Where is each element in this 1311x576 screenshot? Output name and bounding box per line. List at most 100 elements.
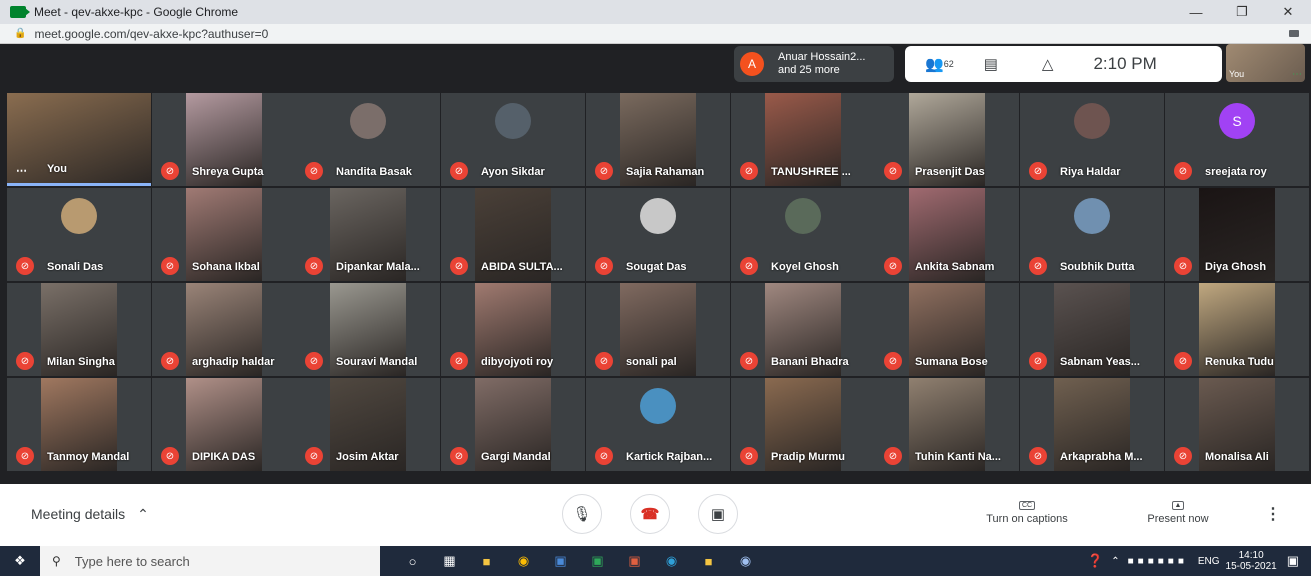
participant-avatar [640, 387, 676, 424]
participant-name: Riya Haldar [1060, 166, 1121, 178]
participant-tile[interactable]: ⊘ Monalisa Ali [1165, 378, 1309, 471]
participant-tile[interactable]: ⊘ Sajia Rahaman [586, 93, 730, 186]
chat-button[interactable]: ▤ [984, 55, 998, 73]
participant-name: Ayon Sikdar [481, 166, 545, 178]
edge-icon[interactable]: ◉ [653, 553, 690, 569]
muted-mic-icon: ⊘ [595, 162, 613, 180]
participant-avatar [495, 102, 531, 139]
participant-tile[interactable]: ⊘ dibyojyoti roy [441, 283, 585, 376]
minimize-icon[interactable]: — [1173, 0, 1219, 24]
participant-tile[interactable]: ⊘ Sabnam Yeas... [1020, 283, 1164, 376]
present-now-button[interactable]: ▲ Present now [1138, 498, 1218, 525]
participant-tile[interactable]: ⊘ Nandita Basak [296, 93, 440, 186]
participant-name: Prasenjit Das [915, 166, 985, 178]
participant-tile[interactable]: ⊘ Shreya Gupta [152, 93, 296, 186]
participant-name: Diya Ghosh [1205, 261, 1267, 273]
participant-tile[interactable]: ⊘ Arkaprabha M... [1020, 378, 1164, 471]
camera-in-use-icon[interactable] [1289, 30, 1299, 37]
participant-tile[interactable]: ⊘ Dipankar Mala... [296, 188, 440, 281]
participant-tile[interactable]: ⋯ You [7, 93, 151, 186]
participant-name: dibyojyoti roy [481, 356, 554, 368]
participant-tile[interactable]: ⊘ Prasenjit Das [875, 93, 1019, 186]
participant-tile[interactable]: ⊘ Tanmoy Mandal [7, 378, 151, 471]
participant-name: Ankita Sabnam [915, 261, 995, 273]
participant-tile[interactable]: ⊘ sonali pal [586, 283, 730, 376]
restore-icon[interactable]: ❐ [1219, 0, 1265, 24]
close-icon[interactable]: ✕ [1265, 0, 1311, 24]
window-title: Meet - qev-akxe-kpc - Google Chrome [34, 5, 239, 19]
participant-tile[interactable]: ⊘ Pradip Murmu [731, 378, 875, 471]
participant-tile[interactable]: ⊘ ABIDA SULTA... [441, 188, 585, 281]
participant-tile[interactable]: ⊘ Sumana Bose [875, 283, 1019, 376]
browser-icon[interactable]: ◉ [727, 553, 764, 569]
participant-tile[interactable]: ⊘ DIPIKA DAS [152, 378, 296, 471]
people-button[interactable]: 👥 62 [925, 55, 954, 73]
participant-tile[interactable]: ⊘ Josim Aktar [296, 378, 440, 471]
meeting-clock: 2:10 PM [1093, 54, 1157, 73]
participant-video [7, 93, 151, 183]
tray-expand-icon[interactable]: ⌃ [1111, 556, 1119, 567]
chevron-up-icon: ⌃ [137, 506, 149, 522]
participant-name: TANUSHREE ... [771, 166, 851, 178]
more-options-icon[interactable]: ⋮ [1265, 504, 1281, 524]
participant-tile[interactable]: ⊘ Banani Bhadra [731, 283, 875, 376]
self-preview[interactable]: You ⋯ [1226, 44, 1305, 82]
participant-avatar [61, 197, 97, 234]
microphone-button[interactable]: 🎙 [562, 494, 602, 534]
participant-tile[interactable]: ⊘ Sougat Das [586, 188, 730, 281]
chrome-icon[interactable]: ◉ [505, 553, 542, 569]
word-icon[interactable]: ▣ [542, 553, 579, 569]
taskbar-search-box[interactable]: ⚲ Type here to search [40, 546, 380, 576]
participant-tile[interactable]: ⊘ TANUSHREE ... [731, 93, 875, 186]
speaker-others: and 25 more [778, 64, 840, 76]
notifications-icon[interactable]: ▣ [1287, 553, 1299, 569]
more-options-icon[interactable]: ⋯ [1292, 69, 1302, 80]
captions-button[interactable]: CC Turn on captions [975, 498, 1079, 525]
participant-tile[interactable]: S ⊘ sreejata roy [1165, 93, 1309, 186]
language-indicator[interactable]: ENG [1198, 556, 1220, 567]
meeting-details-button[interactable]: Meeting details ⌃ [31, 506, 149, 523]
participant-tile[interactable]: ⊘ Tuhin Kanti Na... [875, 378, 1019, 471]
captions-label: Turn on captions [986, 513, 1068, 525]
participant-tile[interactable]: ⊘ Soubhik Dutta [1020, 188, 1164, 281]
file-explorer-icon[interactable]: ■ [468, 554, 505, 569]
participant-tile[interactable]: ⊘ Gargi Mandal [441, 378, 585, 471]
participant-tile[interactable]: ⊘ arghadip haldar [152, 283, 296, 376]
leave-call-button[interactable]: ☎ [630, 494, 670, 534]
address-bar[interactable]: 🔒 meet.google.com/qev-akxe-kpc?authuser=… [0, 24, 1311, 44]
taskbar-clock[interactable]: 14:10 15-05-2021 [1226, 550, 1277, 572]
participant-tile[interactable]: ⊘ Ayon Sikdar [441, 93, 585, 186]
tray-app-icons[interactable]: ■■■■■■ [1128, 556, 1188, 567]
windows-start-icon[interactable]: ❖ [0, 553, 40, 569]
participant-tile[interactable]: ⊘ Ankita Sabnam [875, 188, 1019, 281]
activities-button[interactable]: △ [1042, 55, 1054, 73]
active-speaker-chip[interactable]: A Anuar Hossain2... and 25 more [734, 46, 894, 82]
url-text[interactable]: meet.google.com/qev-akxe-kpc?authuser=0 [34, 27, 268, 41]
participant-tile[interactable]: ⊘ Kartick Rajban... [586, 378, 730, 471]
participant-count: 62 [943, 59, 954, 69]
participant-avatar: S [1219, 102, 1255, 139]
cortana-icon[interactable]: ○ [394, 554, 431, 569]
meeting-controls-bar: Meeting details ⌃ 🎙 ☎ ▣ CC Turn on capti… [0, 484, 1311, 546]
excel-icon[interactable]: ▣ [579, 553, 616, 569]
participant-tile[interactable]: ⊘ Souravi Mandal [296, 283, 440, 376]
help-icon[interactable]: ❓ [1087, 553, 1103, 569]
participant-tile[interactable]: ⊘ Sohana Ikbal [152, 188, 296, 281]
more-options-icon[interactable]: ⋯ [16, 164, 27, 177]
participant-tile[interactable]: ⊘ Sonali Das [7, 188, 151, 281]
camera-button[interactable]: ▣ [698, 494, 738, 534]
search-placeholder: Type here to search [74, 553, 190, 569]
powerpoint-icon[interactable]: ▣ [616, 553, 653, 569]
sticky-notes-icon[interactable]: ■ [690, 554, 727, 569]
participant-tile[interactable]: ⊘ Renuka Tudu [1165, 283, 1309, 376]
participant-tile[interactable]: ⊘ Milan Singha [7, 283, 151, 376]
clock-date: 15-05-2021 [1225, 561, 1277, 572]
lock-icon[interactable]: 🔒 [14, 28, 26, 39]
participant-tile[interactable]: ⊘ Diya Ghosh [1165, 188, 1309, 281]
muted-mic-icon: ⊘ [595, 257, 613, 275]
participant-tile[interactable]: ⊘ Koyel Ghosh [731, 188, 875, 281]
participant-name: Renuka Tudu [1205, 356, 1274, 368]
participant-tile[interactable]: ⊘ Riya Haldar [1020, 93, 1164, 186]
muted-mic-icon: ⊘ [884, 162, 902, 180]
task-view-icon[interactable]: ▦ [431, 553, 468, 569]
